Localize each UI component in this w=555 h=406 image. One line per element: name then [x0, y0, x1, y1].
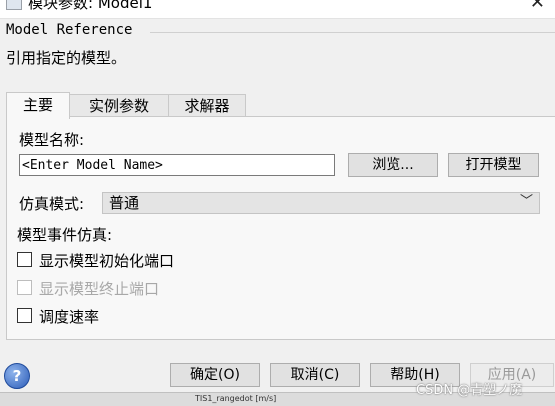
- tab-solver[interactable]: 求解器: [168, 94, 246, 117]
- app-icon: [6, 0, 22, 10]
- ok-button[interactable]: 确定(O): [170, 363, 260, 387]
- help-icon[interactable]: ?: [4, 363, 30, 389]
- show-terminate-port-checkbox: [17, 280, 32, 295]
- title-bar: 模块参数: Model1 ✕: [0, 0, 555, 19]
- model-name-input[interactable]: <Enter Model Name>: [19, 154, 335, 176]
- open-model-button[interactable]: 打开模型: [448, 153, 539, 177]
- cancel-button[interactable]: 取消(C): [270, 363, 360, 387]
- show-init-port-label: 显示模型初始化端口: [39, 252, 175, 270]
- main-tab-panel: 模型名称: <Enter Model Name> 浏览... 打开模型 仿真模式…: [6, 116, 555, 340]
- schedule-rates-checkbox[interactable]: [17, 308, 32, 323]
- group-divider: [150, 32, 555, 33]
- schedule-rates-label: 调度速率: [39, 308, 100, 326]
- model-reference-group: Model Reference 引用指定的模型。: [0, 20, 555, 68]
- model-name-label: 模型名称:: [19, 131, 85, 149]
- window-title: 模块参数: Model1: [28, 0, 153, 12]
- model-events-label: 模型事件仿真:: [17, 226, 113, 244]
- simulation-mode-value: 普通: [109, 194, 140, 212]
- chevron-down-icon: ﹀: [519, 194, 533, 209]
- simulation-mode-select[interactable]: 普通 ﹀: [102, 192, 540, 214]
- show-init-port-checkbox[interactable]: [17, 252, 32, 267]
- group-description: 引用指定的模型。: [6, 49, 127, 67]
- group-title: Model Reference: [6, 22, 137, 38]
- close-icon[interactable]: ✕: [530, 0, 545, 13]
- tab-main[interactable]: 主要: [6, 92, 70, 119]
- tab-instance-parameters[interactable]: 实例参数: [69, 94, 169, 117]
- show-terminate-port-label: 显示模型终止端口: [39, 280, 160, 298]
- watermark-text: CSDN @青塑ノ魔: [416, 383, 523, 398]
- simulation-mode-label: 仿真模式:: [19, 195, 85, 213]
- background-signal-label: TIS1_rangedot [m/s]: [195, 394, 277, 403]
- browse-button[interactable]: 浏览...: [348, 153, 438, 177]
